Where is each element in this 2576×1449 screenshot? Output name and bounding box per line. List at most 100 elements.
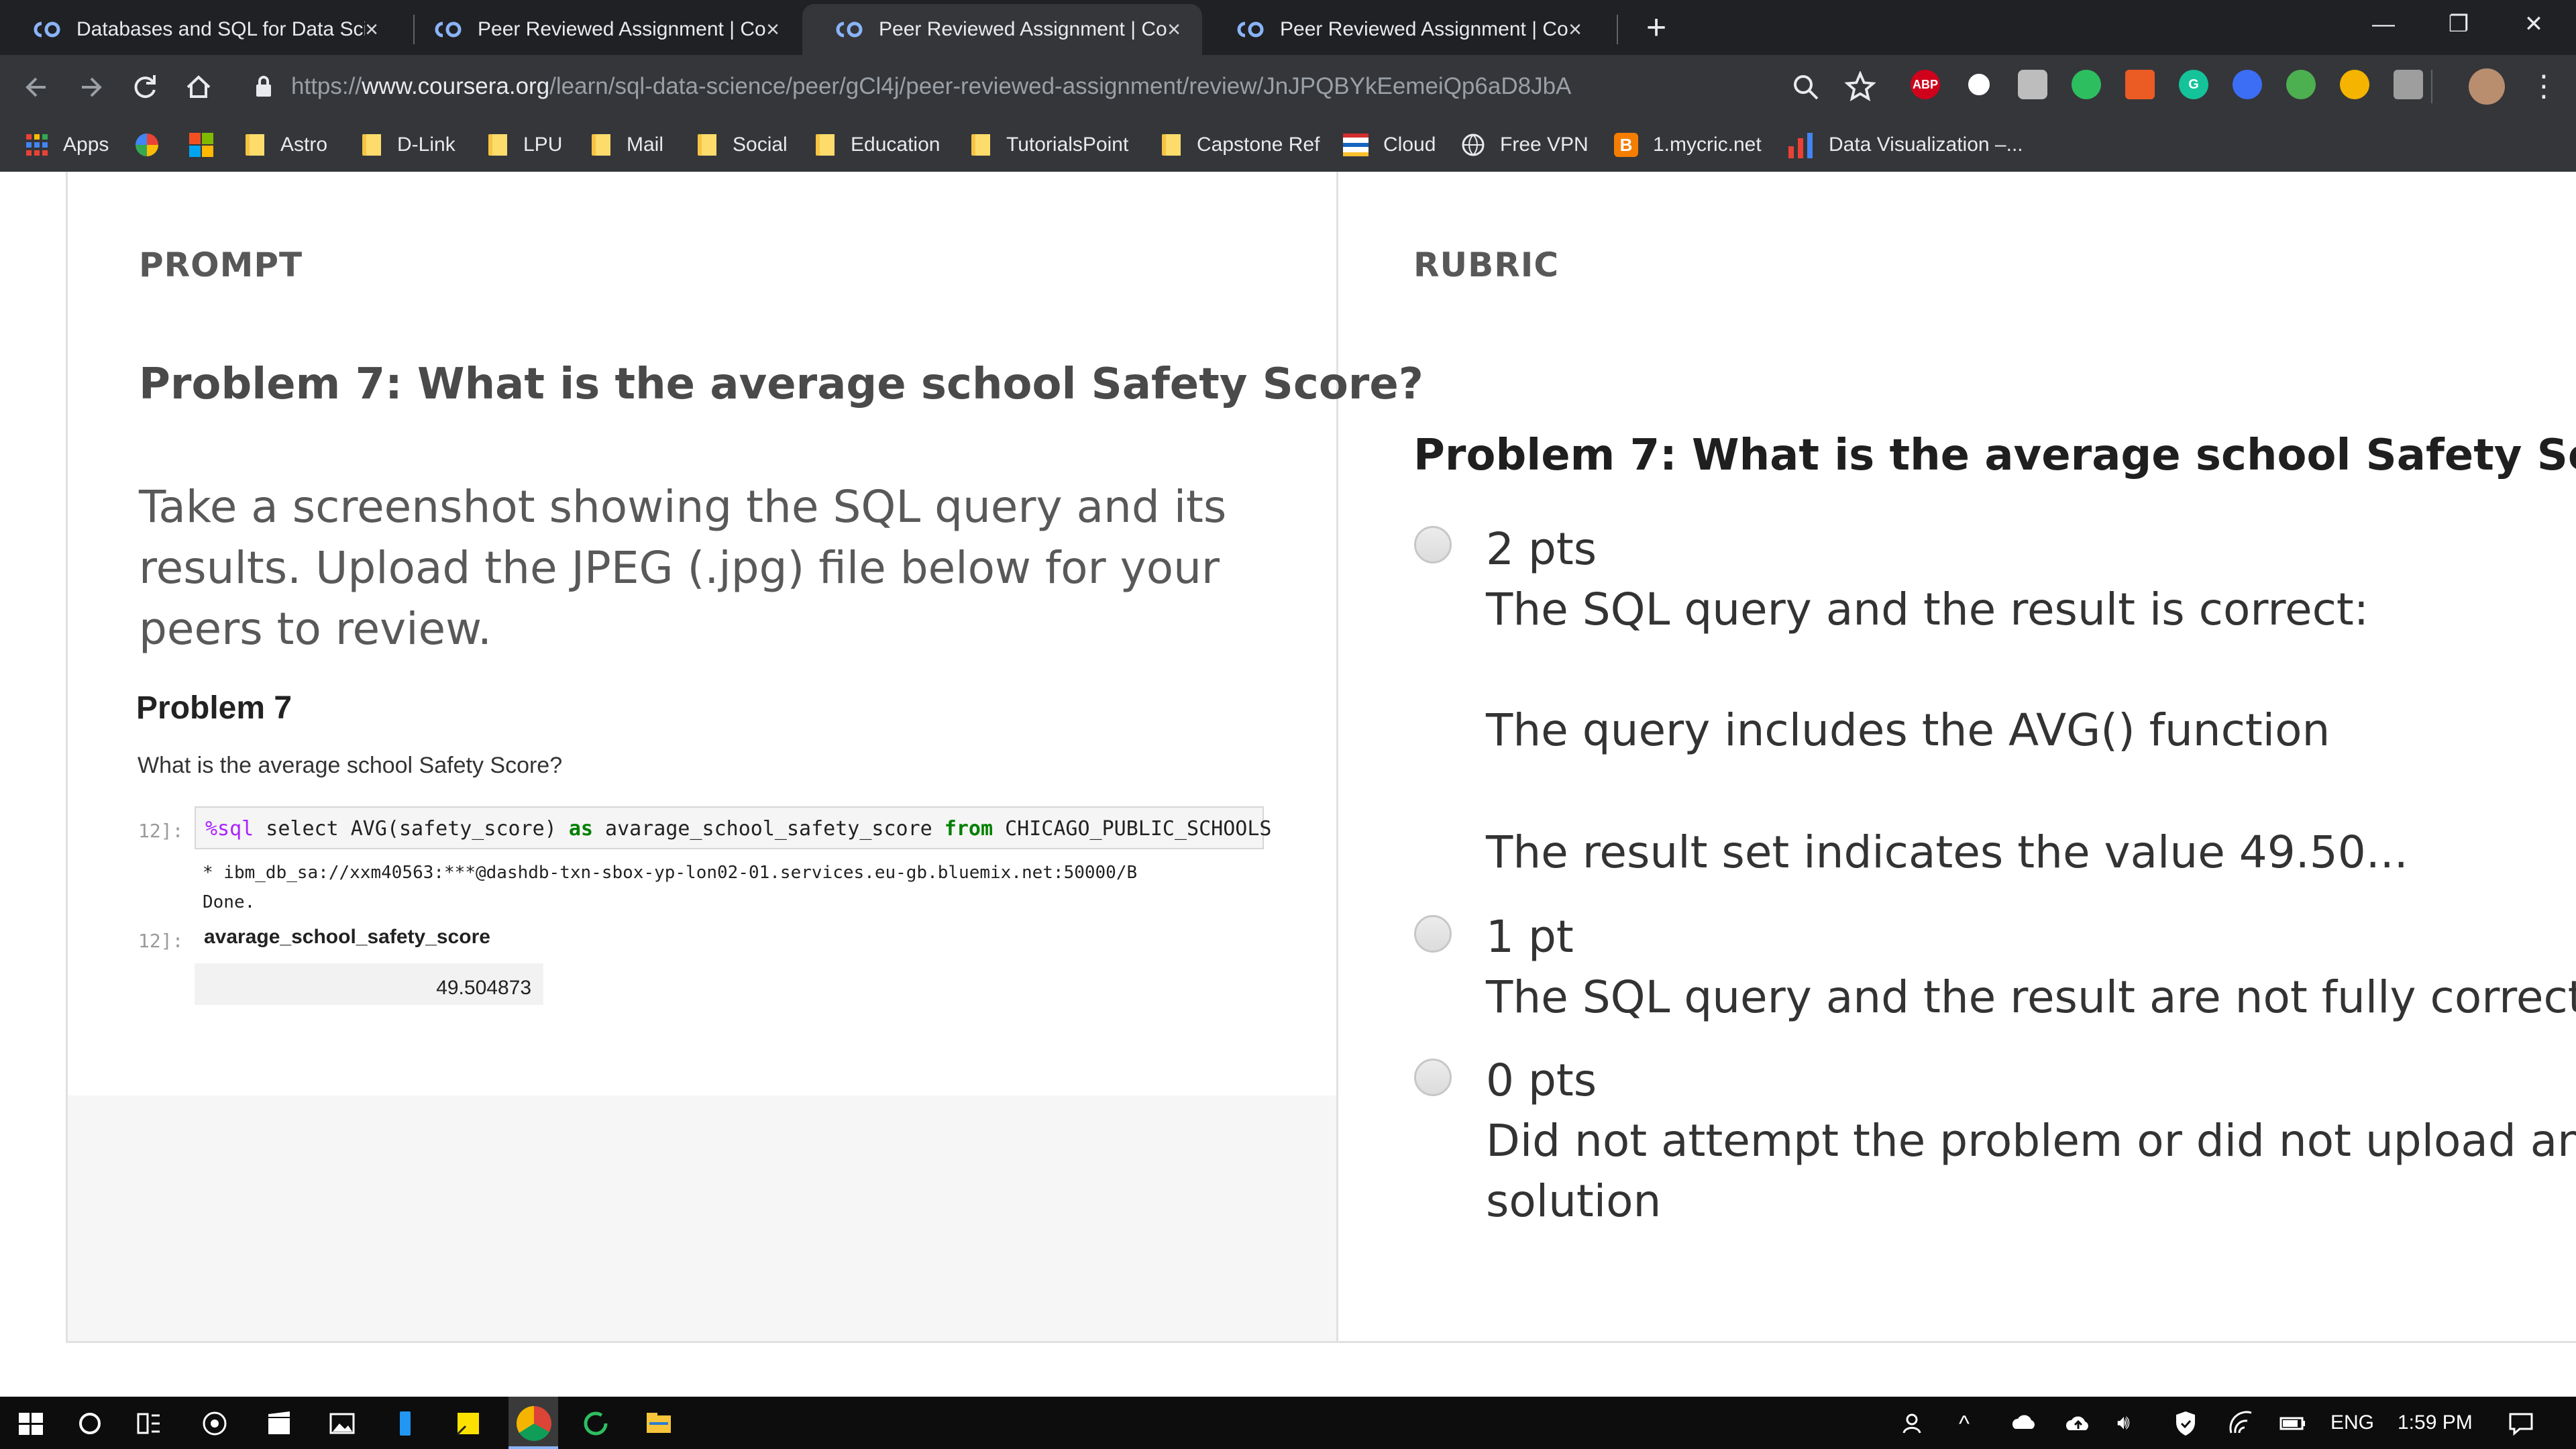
media-icon[interactable] <box>197 1406 232 1441</box>
bookmark-google[interactable] <box>136 131 172 158</box>
bookmark-lpu[interactable]: LPU <box>488 131 562 158</box>
bookmark-mail[interactable]: Mail <box>592 131 663 158</box>
rubric-radio-1pt[interactable] <box>1414 915 1452 953</box>
tab-title: Databases and SQL for Data Scie <box>76 18 365 40</box>
forward-arrow-icon[interactable] <box>72 68 110 106</box>
office-icon[interactable] <box>2125 70 2155 99</box>
url-host: www.coursera.org <box>362 73 550 99</box>
menu-kebab-icon[interactable]: ⋮ <box>2529 68 2559 105</box>
close-icon[interactable]: × <box>1564 18 1586 41</box>
camera-icon[interactable] <box>2018 70 2047 99</box>
people-icon[interactable] <box>1898 1406 1933 1441</box>
chrome-icon[interactable] <box>517 1406 551 1441</box>
download-icon[interactable] <box>2233 70 2262 99</box>
rubric-label: RUBRIC <box>1413 246 1560 284</box>
code-keyword: as <box>568 817 593 841</box>
bookmark-microsoft[interactable] <box>189 131 213 158</box>
microsoft-icon <box>189 133 213 157</box>
rubric-radio-2pts[interactable] <box>1414 526 1452 564</box>
tab-title: Peer Reviewed Assignment | Cou <box>478 18 766 40</box>
reload-icon[interactable] <box>126 68 164 106</box>
clock[interactable]: 1:59 PM <box>2398 1411 2473 1434</box>
back-arrow-icon[interactable] <box>17 68 55 106</box>
chevron-up-icon[interactable]: ^ <box>1959 1411 1970 1438</box>
bookmark-education[interactable]: Education <box>816 131 940 158</box>
notebook-in-prompt: 12]: <box>138 820 184 842</box>
sticky-notes-icon[interactable] <box>451 1406 486 1441</box>
grammarly-icon[interactable]: G <box>2179 70 2208 99</box>
bookmark-social[interactable]: Social <box>698 131 788 158</box>
notebook-title: Problem 7 <box>136 690 292 726</box>
defender-shield-icon[interactable] <box>2168 1406 2203 1441</box>
close-icon[interactable]: × <box>762 18 784 41</box>
battery-icon[interactable] <box>2275 1406 2310 1441</box>
language-indicator[interactable]: ENG <box>2330 1411 2374 1434</box>
file-explorer-icon[interactable] <box>641 1406 676 1441</box>
star-bookmark-icon[interactable] <box>1845 71 1876 102</box>
home-icon[interactable] <box>180 68 217 106</box>
bookmark-label: Free VPN <box>1500 133 1589 156</box>
globe-icon <box>1462 133 1485 156</box>
search-circle-icon[interactable] <box>72 1406 107 1441</box>
bookmark-cloud[interactable]: Cloud <box>1343 131 1436 158</box>
avatar[interactable] <box>2469 68 2505 105</box>
bookmark-apps[interactable]: Apps <box>25 131 109 158</box>
bookmark-label: D-Link <box>397 133 455 156</box>
coursera-icon <box>435 21 462 38</box>
rubric-radio-0pts[interactable] <box>1414 1059 1452 1096</box>
close-icon[interactable]: × <box>1163 18 1185 41</box>
bookmark-data-visualization[interactable]: Data Visualization –... <box>1787 131 2023 158</box>
windows-start-icon[interactable] <box>13 1406 48 1441</box>
evernote-icon[interactable] <box>2072 70 2101 99</box>
volume-icon[interactable]: 🔊︎ <box>2117 1411 2130 1434</box>
bookmark-label: Cloud <box>1383 133 1436 156</box>
restore-button[interactable]: ❐ <box>2422 0 2496 48</box>
task-view-icon[interactable] <box>131 1406 166 1441</box>
prompt-label: PROMPT <box>139 246 303 284</box>
url-text[interactable]: https://www.coursera.org/learn/sql-data-… <box>291 73 1571 100</box>
coursera-icon <box>1237 21 1264 38</box>
colorful-icon[interactable] <box>2286 70 2316 99</box>
moon-icon[interactable] <box>2340 70 2369 99</box>
speedometer-icon[interactable] <box>1964 70 1994 99</box>
bookmark-mycric[interactable]: B 1.mycric.net <box>1614 131 1762 158</box>
folder-icon <box>971 134 990 156</box>
bookmark-astro[interactable]: Astro <box>246 131 327 158</box>
bookmark-label: Apps <box>63 133 109 156</box>
cloud-upload-icon[interactable] <box>2061 1406 2096 1441</box>
lock-icon[interactable] <box>255 75 272 98</box>
tab-peer-review-3[interactable]: Peer Reviewed Assignment | Cou × <box>1203 4 1603 55</box>
new-tab-button[interactable]: + <box>1638 9 1674 46</box>
address-bar[interactable]: https://www.coursera.org/learn/sql-data-… <box>232 62 1795 111</box>
tab-peer-review-2[interactable]: Peer Reviewed Assignment | Cou × <box>802 4 1202 55</box>
rubric-points-0pts: 0 pts <box>1486 1055 1597 1106</box>
rubric-line: The result set indicates the value 49.50… <box>1486 826 2408 878</box>
close-icon[interactable]: × <box>361 18 382 41</box>
close-window-button[interactable]: ✕ <box>2497 0 2571 48</box>
notebook-code-cell: %sql select AVG(safety_score) as avarage… <box>195 806 1271 849</box>
folder-icon <box>592 134 610 156</box>
tab-databases-sql[interactable]: Databases and SQL for Data Scie × <box>0 4 400 55</box>
phone-app-icon[interactable] <box>388 1406 423 1441</box>
clapperboard-icon[interactable] <box>262 1406 297 1441</box>
minimize-button[interactable]: — <box>2347 0 2420 48</box>
bookmark-capstone-ref[interactable]: Capstone Ref <box>1162 131 1320 158</box>
photos-icon[interactable] <box>325 1406 360 1441</box>
folder-icon <box>698 134 716 156</box>
coursera-icon <box>836 21 863 38</box>
zoom-icon[interactable] <box>1791 72 1821 102</box>
bookmark-dlink[interactable]: D-Link <box>362 131 455 158</box>
wifi-icon[interactable] <box>2224 1406 2259 1441</box>
result-column-header: avarage_school_safety_score <box>204 926 490 948</box>
rubric-points-2pts: 2 pts <box>1486 523 1597 575</box>
drive-icon[interactable] <box>2394 70 2423 99</box>
url-scheme: https:// <box>291 73 362 99</box>
bookmark-tutorialspoint[interactable]: TutorialsPoint <box>971 131 1128 158</box>
abp-icon[interactable]: ABP <box>1911 70 1940 99</box>
notification-center-icon[interactable] <box>2504 1406 2538 1441</box>
tab-title: Peer Reviewed Assignment | Cou <box>879 18 1167 40</box>
onedrive-icon[interactable] <box>2007 1406 2042 1441</box>
bookmark-free-vpn[interactable]: Free VPN <box>1461 131 1589 158</box>
refresh-app-icon[interactable] <box>578 1406 613 1441</box>
tab-peer-review-1[interactable]: Peer Reviewed Assignment | Cou × <box>401 4 801 55</box>
